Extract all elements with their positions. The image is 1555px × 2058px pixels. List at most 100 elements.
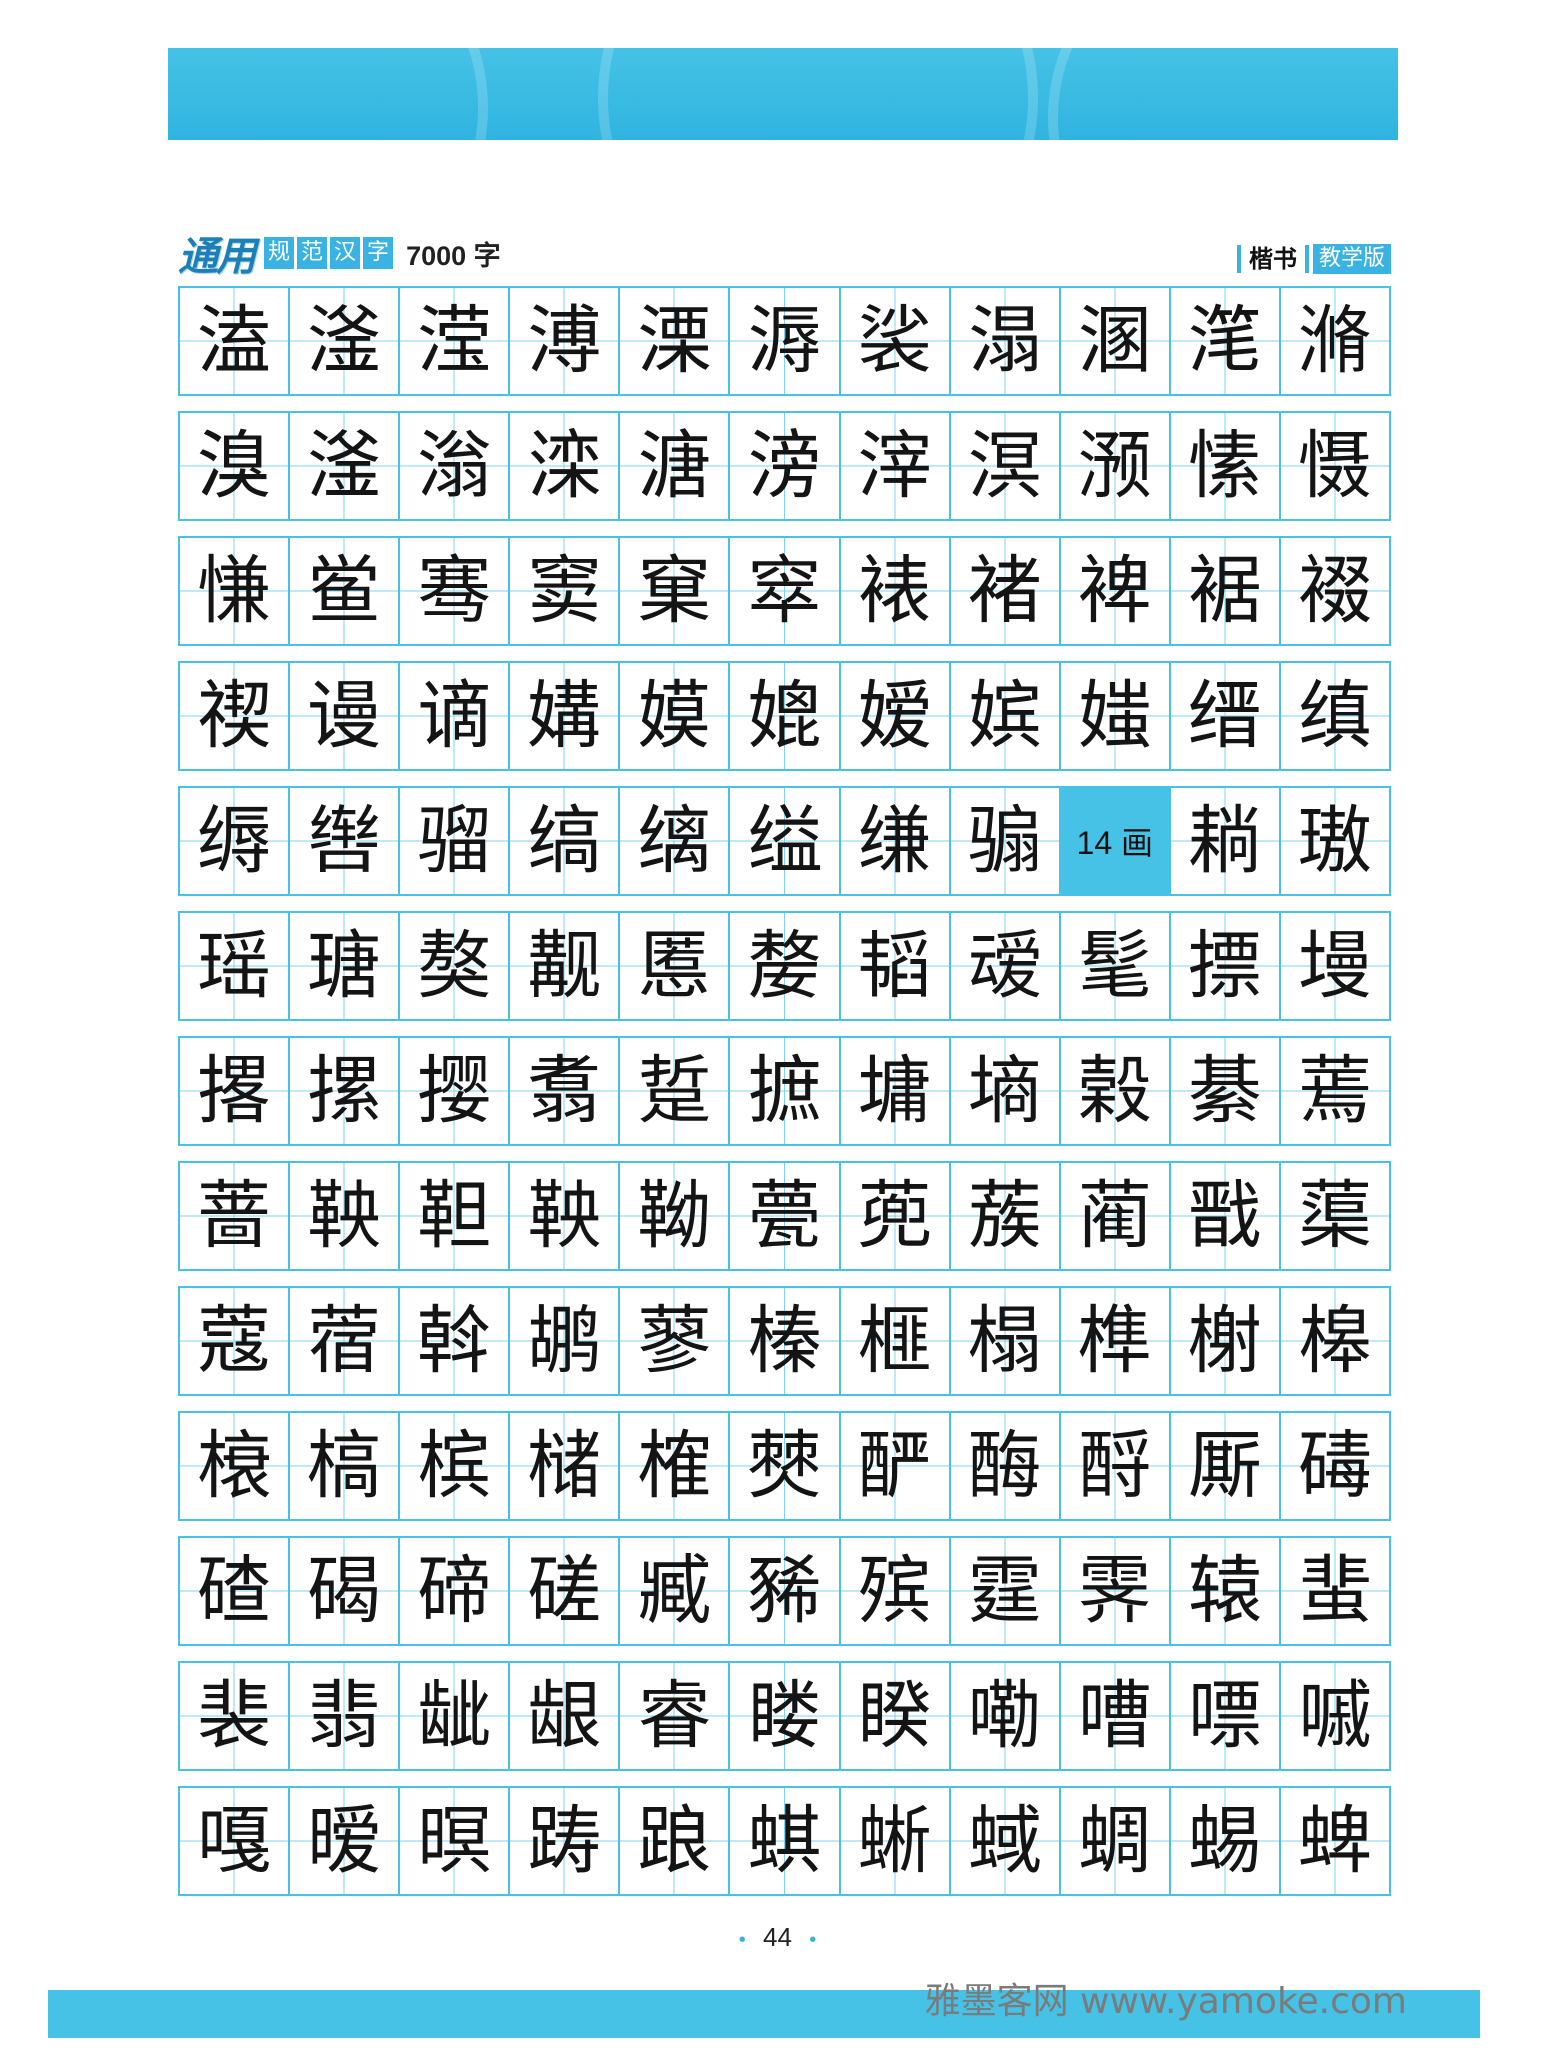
character: 觏 <box>527 923 602 1009</box>
character: 谩 <box>307 673 382 759</box>
page-number: • 44 • <box>0 1922 1555 1953</box>
character: 韬 <box>857 923 932 1009</box>
character: 褚 <box>967 548 1042 634</box>
character-cell: 榷 <box>620 1413 731 1519</box>
character-cell: 慝 <box>620 913 731 1019</box>
character-cell: 靼 <box>400 1163 511 1269</box>
character: 裰 <box>1297 548 1372 634</box>
character: 蔺 <box>1077 1173 1152 1259</box>
character: 墒 <box>967 1048 1042 1134</box>
character: 滗 <box>1187 298 1262 384</box>
character: 裟 <box>857 298 932 384</box>
character-cell: 蕖 <box>1280 1163 1392 1269</box>
character: 暝 <box>417 1798 492 1884</box>
character-cell: 耥 <box>1170 788 1281 894</box>
character: 殡 <box>857 1548 932 1634</box>
character: 骟 <box>967 798 1042 884</box>
character-cell: 摽 <box>1170 913 1281 1019</box>
character-cell: 蜮 <box>950 1788 1061 1894</box>
character-cell: 溏 <box>620 413 731 519</box>
character: 摽 <box>1187 923 1262 1009</box>
character-cell: 踅 <box>620 1038 731 1144</box>
character: 睿 <box>637 1673 712 1759</box>
grid-row: 蔻蓿斡鹕蓼榛榧榻榫榭槔 <box>178 1286 1392 1396</box>
character: 溻 <box>967 298 1042 384</box>
character: 鲎 <box>307 548 382 634</box>
character: 嫫 <box>637 673 712 759</box>
character: 甍 <box>747 1173 822 1259</box>
character: 蜥 <box>857 1798 932 1884</box>
character: 墉 <box>857 1048 932 1134</box>
character-cell: 嘞 <box>950 1663 1061 1769</box>
character: 槠 <box>527 1423 602 1509</box>
character-cell: 愫 <box>1170 413 1281 519</box>
brand-count: 7000 字 <box>406 240 501 271</box>
character: 滏 <box>307 298 382 384</box>
character: 滪 <box>1077 423 1152 509</box>
character: 禊 <box>197 673 272 759</box>
character: 缛 <box>197 798 272 884</box>
character-cell: 蜥 <box>840 1788 951 1894</box>
grid-row: 裴翡龇龈睿䁖睽嘞嘈嘌嘁 <box>178 1661 1392 1771</box>
banner-wave-decoration <box>598 48 1038 140</box>
character: 骝 <box>417 798 492 884</box>
character-cell: 缢 <box>730 788 841 894</box>
character: 溟 <box>967 423 1042 509</box>
character-cell: 滓 <box>840 413 951 519</box>
character-cell: 褚 <box>950 538 1061 644</box>
character-cell: 榱 <box>180 1413 291 1519</box>
banner-wave-decoration <box>1048 48 1398 140</box>
page-number-value: 44 <box>763 1922 792 1952</box>
brand-logo: 通用 <box>178 233 256 280</box>
banner-wave-decoration <box>168 48 488 140</box>
character: 缢 <box>747 798 822 884</box>
character: 滫 <box>1297 298 1372 384</box>
grid-row: 溘滏滢溥溧溽裟溻溷滗滫 <box>178 286 1392 396</box>
character: 榭 <box>1187 1298 1262 1384</box>
character-cell: 撂 <box>180 1038 291 1144</box>
character-cell: 叆 <box>950 913 1061 1019</box>
character: 靿 <box>637 1173 712 1259</box>
style-label: 楷书 <box>1236 245 1309 273</box>
character: 榷 <box>637 1423 712 1509</box>
character: 滦 <box>527 423 602 509</box>
character: 蔷 <box>197 1173 272 1259</box>
character: 嘈 <box>1077 1673 1152 1759</box>
character: 裾 <box>1187 548 1262 634</box>
character-cell: 璈 <box>1280 788 1392 894</box>
character-cell: 摞 <box>290 1038 401 1144</box>
character-cell: 榖 <box>1060 1038 1171 1144</box>
character-cell: 榭 <box>1170 1288 1281 1394</box>
character: 溽 <box>747 298 822 384</box>
character-cell: 禊 <box>180 663 291 769</box>
character-cell: 裟 <box>840 288 951 394</box>
character-cell: 翥 <box>510 1038 621 1144</box>
character: 蔫 <box>1297 1048 1372 1134</box>
character: 溷 <box>1077 298 1152 384</box>
character: 滢 <box>417 298 492 384</box>
character-cell: 睽 <box>840 1663 951 1769</box>
character: 摭 <box>747 1048 822 1134</box>
character: 嫔 <box>967 673 1042 759</box>
character: 嫠 <box>747 923 822 1009</box>
character: 霁 <box>1077 1548 1152 1634</box>
character: 榻 <box>967 1298 1042 1384</box>
character-cell: 撄 <box>400 1038 511 1144</box>
character: 撄 <box>417 1048 492 1134</box>
character-cell: 僰 <box>730 1413 841 1519</box>
character: 碡 <box>1297 1423 1372 1509</box>
character-cell: 嫠 <box>730 913 841 1019</box>
character: 嘁 <box>1297 1673 1372 1759</box>
character-cell: 䁖 <box>730 1663 841 1769</box>
character: 靼 <box>417 1173 492 1259</box>
character: 榧 <box>857 1298 932 1384</box>
character-cell: 缣 <box>840 788 951 894</box>
character: 豨 <box>747 1548 822 1634</box>
character-cell: 髦 <box>1060 913 1171 1019</box>
grid-row: 碴碣碲磋臧豨殡霆霁辕蜚 <box>178 1536 1392 1646</box>
character: 蜱 <box>1297 1798 1372 1884</box>
character: 翥 <box>527 1048 602 1134</box>
character-cell: 嘌 <box>1170 1663 1281 1769</box>
character: 蓿 <box>307 1298 382 1384</box>
character-cell: 臧 <box>620 1538 731 1644</box>
